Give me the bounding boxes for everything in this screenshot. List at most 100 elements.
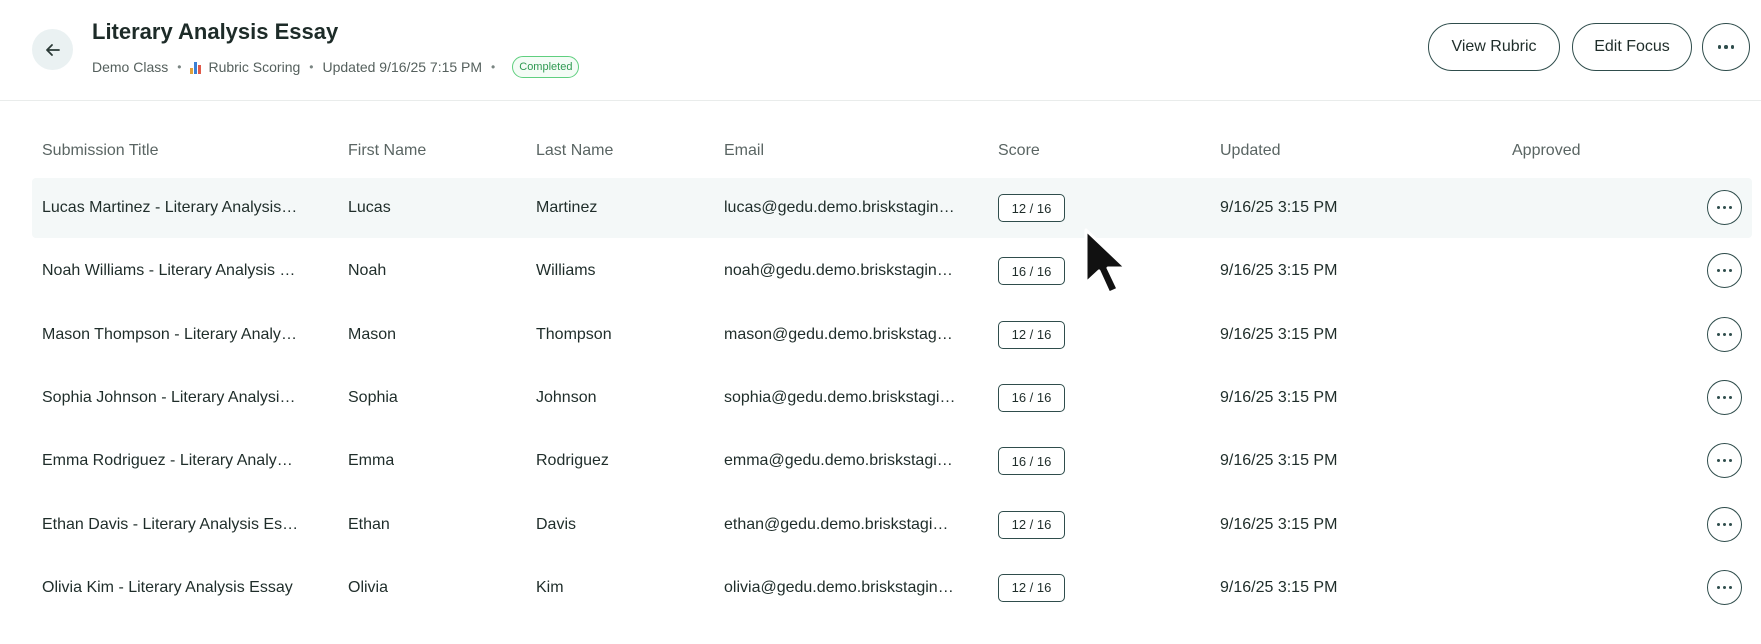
row-more-options-button[interactable] [1707,253,1742,289]
row-more-options-button[interactable] [1707,316,1742,352]
updated-text: 9/16/25 3:15 PM [1220,515,1338,533]
approved-cell [1512,368,1672,428]
submission-title-text: Mason Thompson - Literary Analysis Essay [42,325,300,343]
table-row[interactable]: Lucas Martinez - Literary Analysis Essay… [32,178,1752,238]
table-row[interactable]: Emma Rodriguez - Literary Analysis Essay… [32,431,1752,491]
last-name-cell: Thompson [536,305,696,365]
first-name-text: Mason [348,325,397,343]
updated-cell: 9/16/25 3:15 PM [1220,178,1420,238]
submission-title-cell: Ethan Davis - Literary Analysis Essay [42,495,300,555]
email-text: sophia@gedu.demo.briskstaging.com [724,388,956,406]
approved-cell [1512,495,1672,555]
separator-dot: • [177,60,182,74]
page-header: Literary Analysis Essay Demo Class • Rub… [0,0,1761,101]
class-name: Demo Class [92,59,169,75]
status-badge: Completed [512,56,580,78]
table-row[interactable]: Ethan Davis - Literary Analysis Essay Eth… [32,495,1752,555]
score-badge[interactable]: 12 / 16 [998,573,1065,602]
score-badge[interactable]: 16 / 16 [998,447,1065,476]
score-badge[interactable]: 12 / 16 [998,320,1065,349]
updated-timestamp: Updated 9/16/25 7:15 PM [322,59,483,75]
score-badge[interactable]: 16 / 16 [998,257,1065,286]
email-cell: noah@gedu.demo.briskstaging.com [724,241,956,301]
score-badge[interactable]: 16 / 16 [998,383,1065,412]
email-cell: ethan@gedu.demo.briskstaging.com [724,495,956,555]
last-name-text: Rodriguez [536,452,609,470]
ellipsis-icon [1717,395,1732,399]
row-more-options-button[interactable] [1707,190,1742,225]
submission-title-cell: Noah Williams - Literary Analysis Essay [42,241,300,301]
page-title: Literary Analysis Essay [92,19,339,44]
updated-text: 9/16/25 3:15 PM [1220,262,1338,280]
score-cell: 16 / 16 [998,431,1118,491]
submission-title-cell: Lucas Martinez - Literary Analysis Essay [42,178,300,238]
column-header-first-name[interactable]: First Name [348,142,426,160]
submission-title-text: Noah Williams - Literary Analysis Essay [42,262,300,280]
updated-text: 9/16/25 3:15 PM [1220,325,1338,343]
column-header-approved[interactable]: Approved [1512,142,1581,160]
last-name-cell: Kim [536,558,696,618]
table-row[interactable]: Sophia Johnson - Literary Analysis Essay… [32,368,1752,428]
row-more-options-button[interactable] [1707,379,1742,415]
row-more-options-button[interactable] [1707,443,1742,479]
column-header-updated[interactable]: Updated [1220,142,1281,160]
updated-text: 9/16/25 3:15 PM [1220,388,1338,406]
submission-title-text: Lucas Martinez - Literary Analysis Essay [42,199,300,216]
approved-cell [1512,178,1672,238]
submission-title-text: Emma Rodriguez - Literary Analysis Essay [42,452,300,470]
table-row[interactable]: Noah Williams - Literary Analysis Essay N… [32,241,1752,301]
last-name-text: Martinez [536,199,598,216]
first-name-text: Noah [348,262,387,280]
email-text: ethan@gedu.demo.briskstaging.com [724,515,956,533]
submission-title-cell: Sophia Johnson - Literary Analysis Essay [42,368,300,428]
view-rubric-button[interactable]: View Rubric [1428,23,1560,71]
table-row[interactable]: Mason Thompson - Literary Analysis Essay… [32,305,1752,365]
updated-cell: 9/16/25 3:15 PM [1220,305,1420,365]
last-name-cell: Davis [536,495,696,555]
back-button[interactable] [32,29,73,70]
arrow-left-icon [45,43,60,56]
mouse-cursor-icon [1084,228,1128,295]
approved-cell [1512,241,1672,301]
submission-title-text: Olivia Kim - Literary Analysis Essay [42,578,293,596]
last-name-cell: Johnson [536,368,696,428]
updated-cell: 9/16/25 3:15 PM [1220,368,1420,428]
last-name-text: Johnson [536,388,597,406]
score-cell: 12 / 16 [998,558,1118,618]
approved-cell [1512,305,1672,365]
first-name-text: Emma [348,452,395,470]
score-cell: 12 / 16 [998,305,1118,365]
submission-title-text: Sophia Johnson - Literary Analysis Essay [42,388,300,406]
first-name-cell: Sophia [348,368,508,428]
email-text: mason@gedu.demo.briskstaging.com [724,325,956,343]
score-cell: 16 / 16 [998,368,1118,428]
updated-cell: 9/16/25 3:15 PM [1220,241,1420,301]
separator-dot: • [491,60,496,74]
table-row[interactable]: Olivia Kim - Literary Analysis Essay Oliv… [32,558,1752,618]
first-name-cell: Mason [348,305,508,365]
ellipsis-icon [1717,332,1732,336]
approved-cell [1512,558,1672,618]
email-cell: sophia@gedu.demo.briskstaging.com [724,368,956,428]
ellipsis-icon [1717,459,1732,463]
last-name-text: Thompson [536,325,612,343]
column-header-last-name[interactable]: Last Name [536,142,613,160]
score-cell: 12 / 16 [998,495,1118,555]
updated-text: 9/16/25 3:15 PM [1220,452,1338,470]
score-badge[interactable]: 12 / 16 [998,194,1065,222]
email-text: olivia@gedu.demo.briskstaging.com [724,578,956,596]
score-badge[interactable]: 12 / 16 [998,510,1065,539]
scoring-type: Rubric Scoring [208,59,301,75]
last-name-cell: Rodriguez [536,431,696,491]
column-header-score[interactable]: Score [998,142,1040,160]
edit-focus-button[interactable]: Edit Focus [1572,23,1692,71]
column-header-email[interactable]: Email [724,142,764,160]
first-name-cell: Emma [348,431,508,491]
row-more-options-button[interactable] [1707,506,1742,542]
more-options-button[interactable] [1702,23,1750,71]
updated-text: 9/16/25 3:15 PM [1220,578,1338,596]
column-header-submission-title[interactable]: Submission Title [42,142,159,160]
first-name-text: Ethan [348,515,390,533]
row-more-options-button[interactable] [1707,569,1742,605]
table-header: Submission Title First Name Last Name Em… [0,101,1761,179]
